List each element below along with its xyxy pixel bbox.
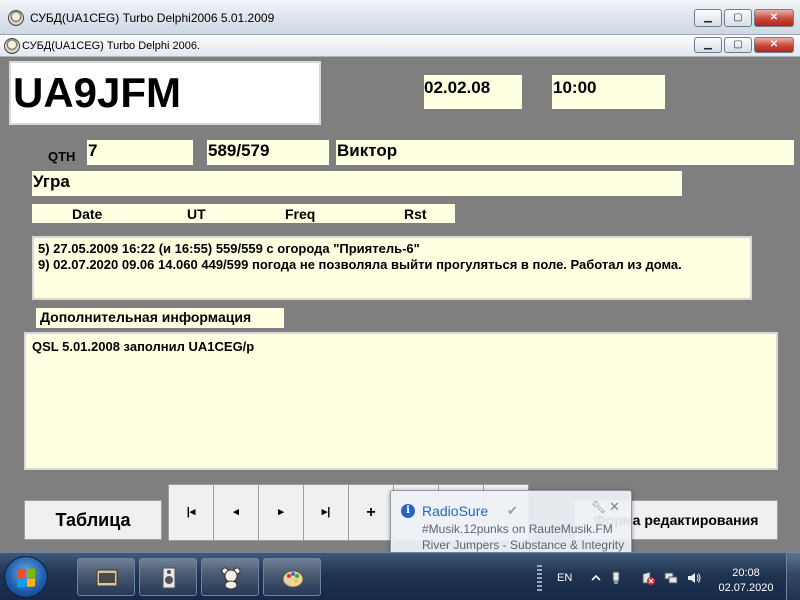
teddy-bear-icon [221,567,241,590]
column-header-ut: UT [187,206,206,222]
volume-icon[interactable] [687,571,701,585]
check-icon: ✔ [507,503,518,518]
outer-close-button[interactable]: ✕ [754,9,794,27]
qth-field[interactable]: 7 [87,140,193,165]
date-field[interactable]: 02.02.08 [424,75,522,109]
mdi-close-button[interactable]: ✕ [754,37,794,53]
show-desktop-button[interactable] [786,553,800,600]
nav-next-button[interactable]: ▸ [258,484,304,541]
start-button[interactable] [4,556,48,598]
mdi-app-icon [4,38,20,54]
rst-field[interactable]: 589/579 [207,140,329,165]
taskbar-app-window[interactable] [77,558,135,596]
taskbar-paint[interactable] [263,558,321,596]
operator-name-field[interactable]: Виктор [336,140,794,165]
speaker-icon [162,567,176,589]
time-field[interactable]: 10:00 [552,75,665,109]
language-indicator[interactable]: EN [557,572,572,584]
clock-time: 20:08 [732,567,760,579]
system-clock[interactable]: 20:08 02.07.2020 [714,566,778,596]
nav-prior-button[interactable]: ◂ [213,484,259,541]
additional-info-memo[interactable]: QSL 5.01.2008 заполнил UA1CEG/p [24,332,778,470]
nav-insert-button[interactable]: + [348,484,394,541]
notification-close-icon[interactable]: ✕ [609,499,620,515]
nav-first-button[interactable]: |◂ [168,484,214,541]
mdi-title-bar: СУБД(UA1CEG) Turbo Delphi 2006. ▁ ▢ ✕ [0,35,800,57]
clock-date: 02.07.2020 [718,582,774,594]
notification-track: River Jumpers - Substance & Integrity [422,538,625,552]
windows-logo-icon [17,568,35,588]
outer-window-title: СУБД(UA1CEG) Turbo Delphi2006 5.01.2009 [30,11,275,25]
mdi-maximize-button[interactable]: ▢ [724,37,752,53]
qso-history-memo[interactable]: 5) 27.05.2009 16:22 (и 16:55) 559/559 с … [32,236,752,300]
info-icon: i [401,504,415,518]
paint-palette-icon [282,570,304,588]
nav-last-button[interactable]: ▸| [303,484,349,541]
history-header: Date UT Freq Rst [32,204,455,223]
taskbar-grip[interactable] [537,565,542,593]
show-hidden-icons-icon[interactable] [589,571,603,585]
column-header-freq: Freq [285,206,316,222]
history-line: 9) 02.07.2020 09.06 14.060 449/599 погод… [38,257,682,272]
app-icon [8,10,24,26]
outer-maximize-button[interactable]: ▢ [724,9,752,27]
wrench-icon[interactable]: 🔧︎ [591,500,606,514]
additional-info-label: Дополнительная информация [36,308,284,328]
outer-minimize-button[interactable]: ▁ [694,9,722,27]
location-field[interactable]: Угра [32,171,682,196]
network-icon[interactable] [664,571,678,585]
taskbar: EN 20:08 02.07.2020 [0,552,800,600]
taskbar-teddy-bear[interactable] [201,558,259,596]
column-header-date: Date [72,206,103,222]
taskbar-speaker[interactable] [139,558,197,596]
column-header-rst: Rst [404,206,427,222]
outer-title-bar: СУБД(UA1CEG) Turbo Delphi2006 5.01.2009 … [0,0,800,35]
table-button[interactable]: Таблица [24,500,162,540]
record-form: UA9JFM 02.02.08 10:00 QTH 7 589/579 Викт… [0,58,800,547]
mdi-window-title: СУБД(UA1CEG) Turbo Delphi 2006. [22,40,201,52]
action-center-icon[interactable] [641,571,655,585]
mdi-minimize-button[interactable]: ▁ [694,37,722,53]
notification-station: #Musik.12punks on RauteMusik.FM [422,522,613,536]
usb-icon[interactable] [609,571,623,585]
history-line: 5) 27.05.2009 16:22 (и 16:55) 559/559 с … [38,241,420,256]
app-window-icon [96,569,118,587]
callsign-field[interactable]: UA9JFM [9,61,321,125]
notification-title: RadioSure [422,503,489,519]
qth-label: QTH [48,149,76,164]
